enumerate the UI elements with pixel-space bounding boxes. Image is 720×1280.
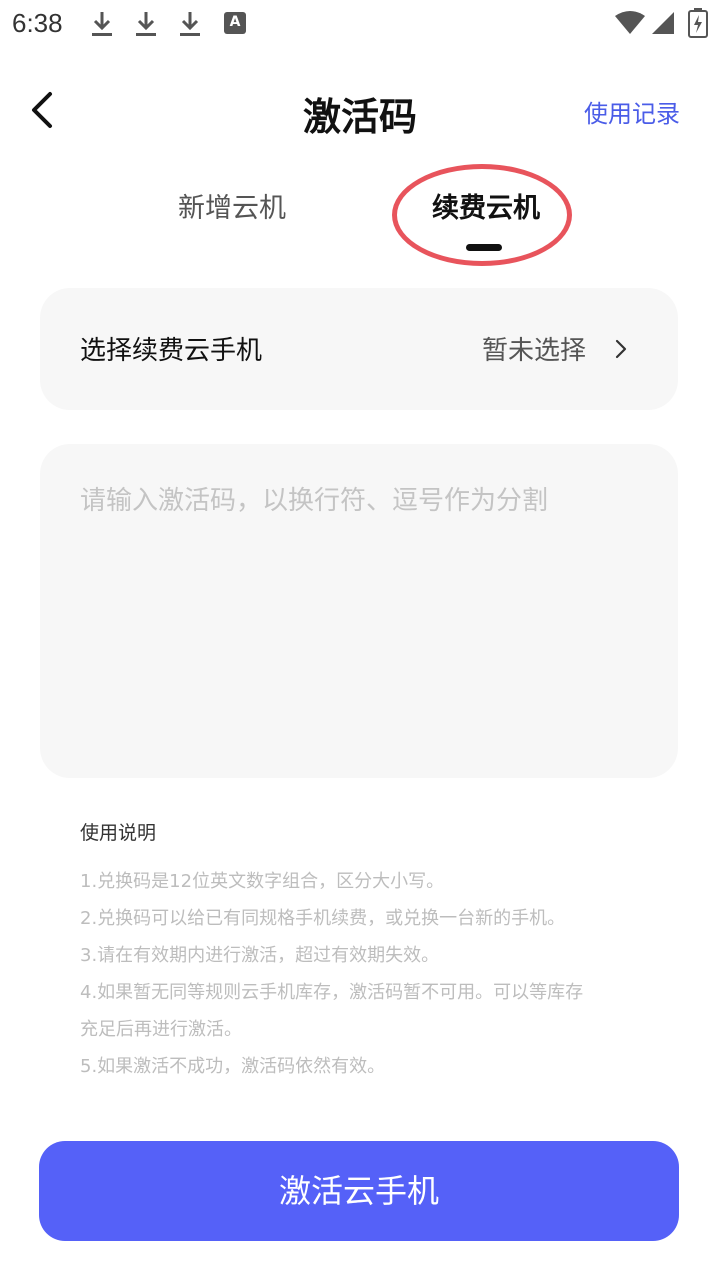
status-time: 6:38 [12,8,63,38]
download-icon [92,12,112,36]
usage-line: 1.兑换码是12位英文数字组合，区分大小写。 [80,871,445,892]
select-renew-phone-label: 选择续费云手机 [80,336,263,366]
usage-history-link[interactable]: 使用记录 [584,94,680,129]
usage-instructions: 使用说明 1.兑换码是12位英文数字组合，区分大小写。 2.兑换码可以给已有同规… [80,818,660,1085]
download-icon [180,12,200,36]
download-icon [136,12,156,36]
usage-line: 5.如果激活不成功，激活码依然有效。 [80,1056,386,1077]
select-renew-phone-row[interactable]: 选择续费云手机 暂未选择 [40,288,678,410]
nav-bar: 激活码 使用记录 [0,60,720,160]
tab-renew-cloud-phone[interactable]: 续费云机 [432,186,540,225]
chevron-right-icon [615,339,627,359]
a-notification-icon: A [224,12,246,34]
activate-cloud-phone-button[interactable]: 激活云手机 [39,1141,679,1241]
usage-line: 2.兑换码可以给已有同规格手机续费，或兑换一台新的手机。 [80,908,566,929]
status-bar: 6:38 A [0,0,720,50]
signal-icon [652,12,674,34]
battery-charging-icon [688,8,708,38]
tab-bar: 新增云机 续费云机 [0,170,720,270]
select-renew-phone-value: 暂未选择 [481,336,586,366]
active-tab-indicator [466,244,502,251]
activation-code-input[interactable] [40,444,678,778]
tab-new-cloud-phone[interactable]: 新增云机 [178,186,286,225]
usage-line: 4.如果暂无同等规则云手机库存，激活码暂不可用。可以等库存 [80,982,584,1003]
usage-instructions-title: 使用说明 [80,822,157,844]
usage-line: 3.请在有效期内进行激活，超过有效期失效。 [80,945,440,966]
usage-line: 充足后再进行激活。 [80,1019,242,1040]
wifi-icon [615,11,645,34]
